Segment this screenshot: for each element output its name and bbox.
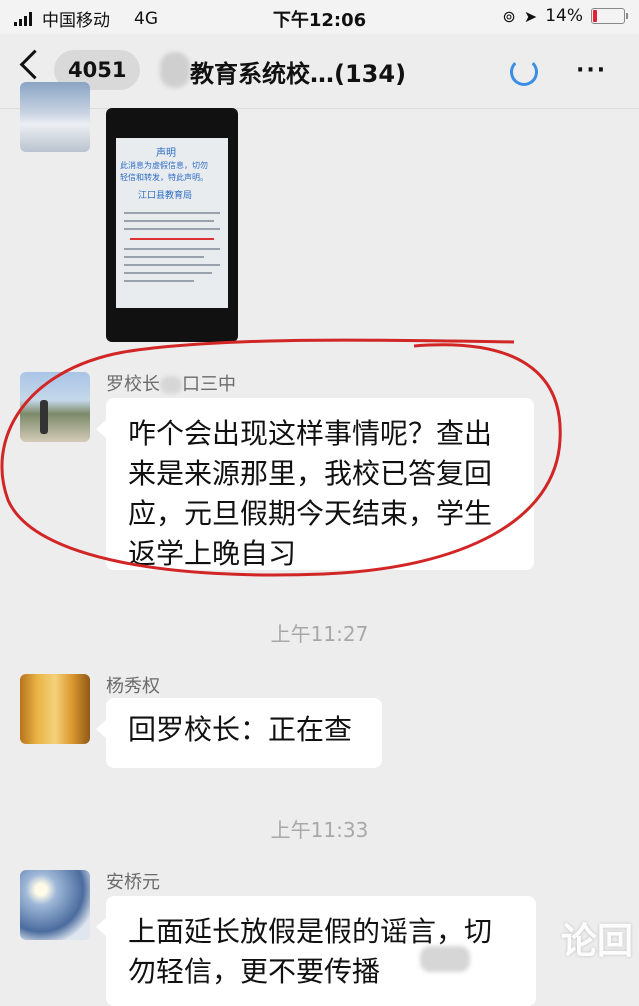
image-text: 轻信和转发，特此声明。 <box>120 173 208 182</box>
avatar[interactable] <box>20 372 90 442</box>
image-text: 江口县教育局 <box>138 191 193 201</box>
rotation-lock-icon: ⊚ <box>502 6 516 26</box>
avatar[interactable] <box>20 870 90 940</box>
avatar[interactable] <box>20 82 90 152</box>
message-text: 咋个会出现这样事情呢？查出来是来源那里，我校已答复回应，元旦假期今天结束，学生返… <box>128 417 493 570</box>
watermark: 论回 <box>560 921 633 962</box>
text-line <box>124 228 220 230</box>
avatar[interactable] <box>20 674 90 744</box>
image-text: 此消息为虚假信息，切勿 <box>120 161 208 170</box>
document-image: 声明 此消息为虚假信息，切勿 轻信和转发，特此声明。 江口县教育局 <box>116 138 228 308</box>
sender-name: 安桥元 <box>106 872 160 893</box>
timestamp: 上午11:27 <box>270 622 369 646</box>
text-line <box>124 248 220 250</box>
text-line <box>124 212 220 214</box>
text-line <box>124 220 214 222</box>
status-bar: 中国移动 4G 下午12:06 ⊚ ➤ 14% <box>0 0 639 34</box>
spinner-icon <box>510 58 538 86</box>
text-line <box>124 272 212 274</box>
chat-title[interactable]: 教育系统校…(134) <box>190 54 406 89</box>
status-right: ⊚ ➤ 14% <box>502 6 628 26</box>
battery-icon <box>591 8 628 24</box>
chevron-left-icon[interactable] <box>19 49 50 80</box>
image-text: 声明 <box>156 148 176 159</box>
message-bubble[interactable]: 咋个会出现这样事情呢？查出来是来源那里，我校已答复回应，元旦假期今天结束，学生返… <box>96 398 534 570</box>
blurred-region <box>160 376 182 394</box>
blurred-region <box>420 946 470 972</box>
more-icon[interactable]: ··· <box>576 60 607 82</box>
chat-header: 4051 教育系统校…(134) ··· <box>0 34 639 109</box>
timestamp: 上午11:33 <box>270 818 369 842</box>
message-text: 回罗校长：正在查 <box>128 713 353 746</box>
text-line <box>124 264 220 266</box>
battery-percent: 14% <box>545 6 583 26</box>
text-line <box>124 280 194 282</box>
sender-name: 杨秀权 <box>106 676 160 697</box>
message-bubble[interactable]: 回罗校长：正在查 <box>96 698 382 768</box>
red-underline <box>130 238 214 240</box>
blurred-region <box>160 52 190 88</box>
battery-fill <box>593 10 598 22</box>
message-bubble[interactable]: 上面延长放假是假的谣言，切勿轻信，更不要传播 <box>96 896 536 1006</box>
image-message[interactable]: 声明 此消息为虚假信息，切勿 轻信和转发，特此声明。 江口县教育局 <box>106 108 238 342</box>
location-icon: ➤ <box>523 6 538 26</box>
sender-name: 罗校长 口三中 <box>106 374 236 395</box>
text-line <box>124 256 204 258</box>
